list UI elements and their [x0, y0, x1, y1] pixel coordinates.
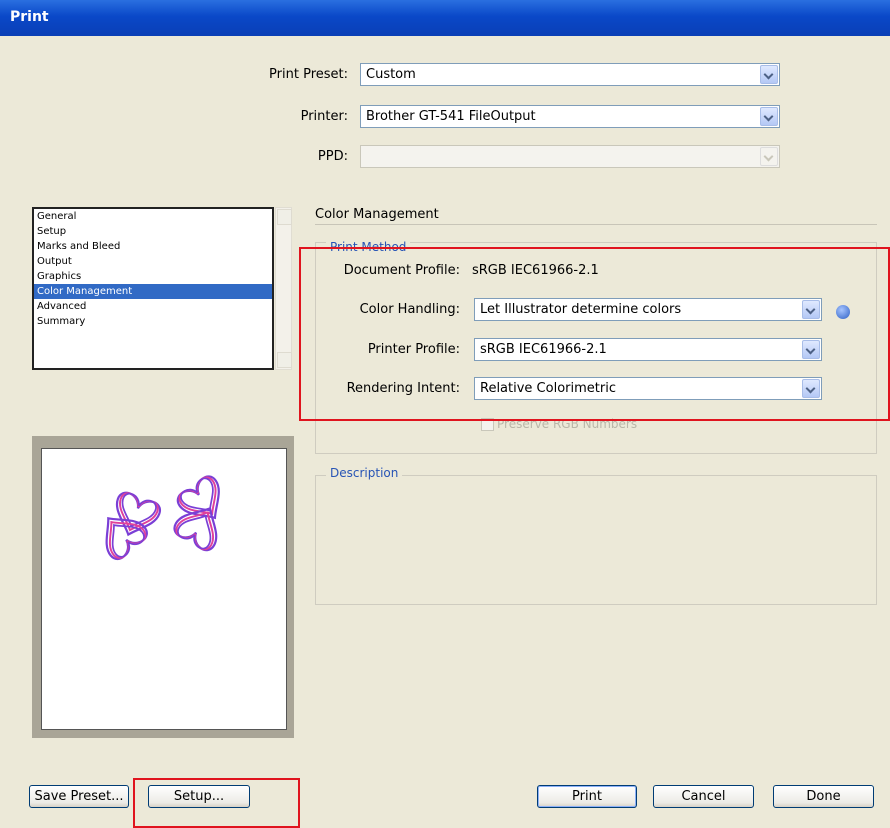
- scroll-up-button[interactable]: [277, 209, 292, 225]
- description-group: [315, 475, 877, 605]
- printer-select[interactable]: Brother GT-541 FileOutput: [360, 105, 780, 128]
- cancel-button[interactable]: Cancel: [653, 785, 754, 808]
- document-profile-value: sRGB IEC61966-2.1: [472, 263, 599, 278]
- ppd-select[interactable]: [360, 145, 780, 168]
- chevron-down-icon[interactable]: [802, 300, 820, 319]
- print-preset-select[interactable]: Custom: [360, 63, 780, 86]
- print-button[interactable]: Print: [537, 785, 637, 808]
- setup-button[interactable]: Setup...: [148, 785, 250, 808]
- printer-value: Brother GT-541 FileOutput: [366, 109, 536, 124]
- ppd-label: PPD:: [317, 149, 348, 164]
- preview-page: [41, 448, 287, 730]
- category-list[interactable]: General Setup Marks and Bleed Output Gra…: [32, 207, 274, 370]
- category-output[interactable]: Output: [34, 254, 272, 269]
- category-advanced[interactable]: Advanced: [34, 299, 272, 314]
- print-preset-value: Custom: [366, 67, 416, 82]
- print-preview[interactable]: [32, 436, 294, 738]
- section-divider: [315, 224, 877, 225]
- rendering-intent-select[interactable]: Relative Colorimetric: [474, 377, 822, 400]
- rendering-intent-label: Rendering Intent:: [346, 381, 460, 396]
- category-color-management[interactable]: Color Management: [34, 284, 272, 299]
- chevron-down-icon[interactable]: [802, 379, 820, 398]
- description-legend: Description: [326, 466, 403, 480]
- printer-label: Printer:: [300, 109, 348, 124]
- category-graphics[interactable]: Graphics: [34, 269, 272, 284]
- category-summary[interactable]: Summary: [34, 314, 272, 329]
- print-dialog: Print Print Preset: Custom Printer: Brot…: [0, 0, 890, 828]
- print-preset-label: Print Preset:: [269, 67, 348, 82]
- document-profile-label: Document Profile:: [343, 263, 460, 278]
- color-handling-select[interactable]: Let Illustrator determine colors: [474, 298, 822, 321]
- chevron-down-icon: [760, 147, 778, 166]
- print-method-legend: Print Method: [326, 240, 411, 254]
- category-scrollbar[interactable]: [275, 207, 292, 370]
- info-icon[interactable]: [836, 305, 850, 319]
- section-title: Color Management: [315, 207, 439, 222]
- printer-profile-select[interactable]: sRGB IEC61966-2.1: [474, 338, 822, 361]
- save-preset-button[interactable]: Save Preset...: [29, 785, 129, 808]
- done-button[interactable]: Done: [773, 785, 874, 808]
- category-setup[interactable]: Setup: [34, 224, 272, 239]
- chevron-down-icon[interactable]: [760, 107, 778, 126]
- color-handling-value: Let Illustrator determine colors: [480, 302, 682, 317]
- title-bar: Print: [0, 0, 890, 36]
- chevron-down-icon[interactable]: [760, 65, 778, 84]
- rendering-intent-value: Relative Colorimetric: [480, 381, 616, 396]
- printer-profile-value: sRGB IEC61966-2.1: [480, 342, 607, 357]
- category-marks-and-bleed[interactable]: Marks and Bleed: [34, 239, 272, 254]
- hearts-artwork: [90, 471, 235, 564]
- scroll-down-button[interactable]: [277, 352, 292, 368]
- window-title: Print: [10, 9, 49, 25]
- preserve-rgb-checkbox[interactable]: [481, 418, 494, 431]
- category-general[interactable]: General: [34, 209, 272, 224]
- printer-profile-label: Printer Profile:: [367, 342, 460, 357]
- preserve-rgb-label: Preserve RGB Numbers: [497, 417, 638, 431]
- chevron-down-icon[interactable]: [802, 340, 820, 359]
- color-handling-label: Color Handling:: [359, 302, 460, 317]
